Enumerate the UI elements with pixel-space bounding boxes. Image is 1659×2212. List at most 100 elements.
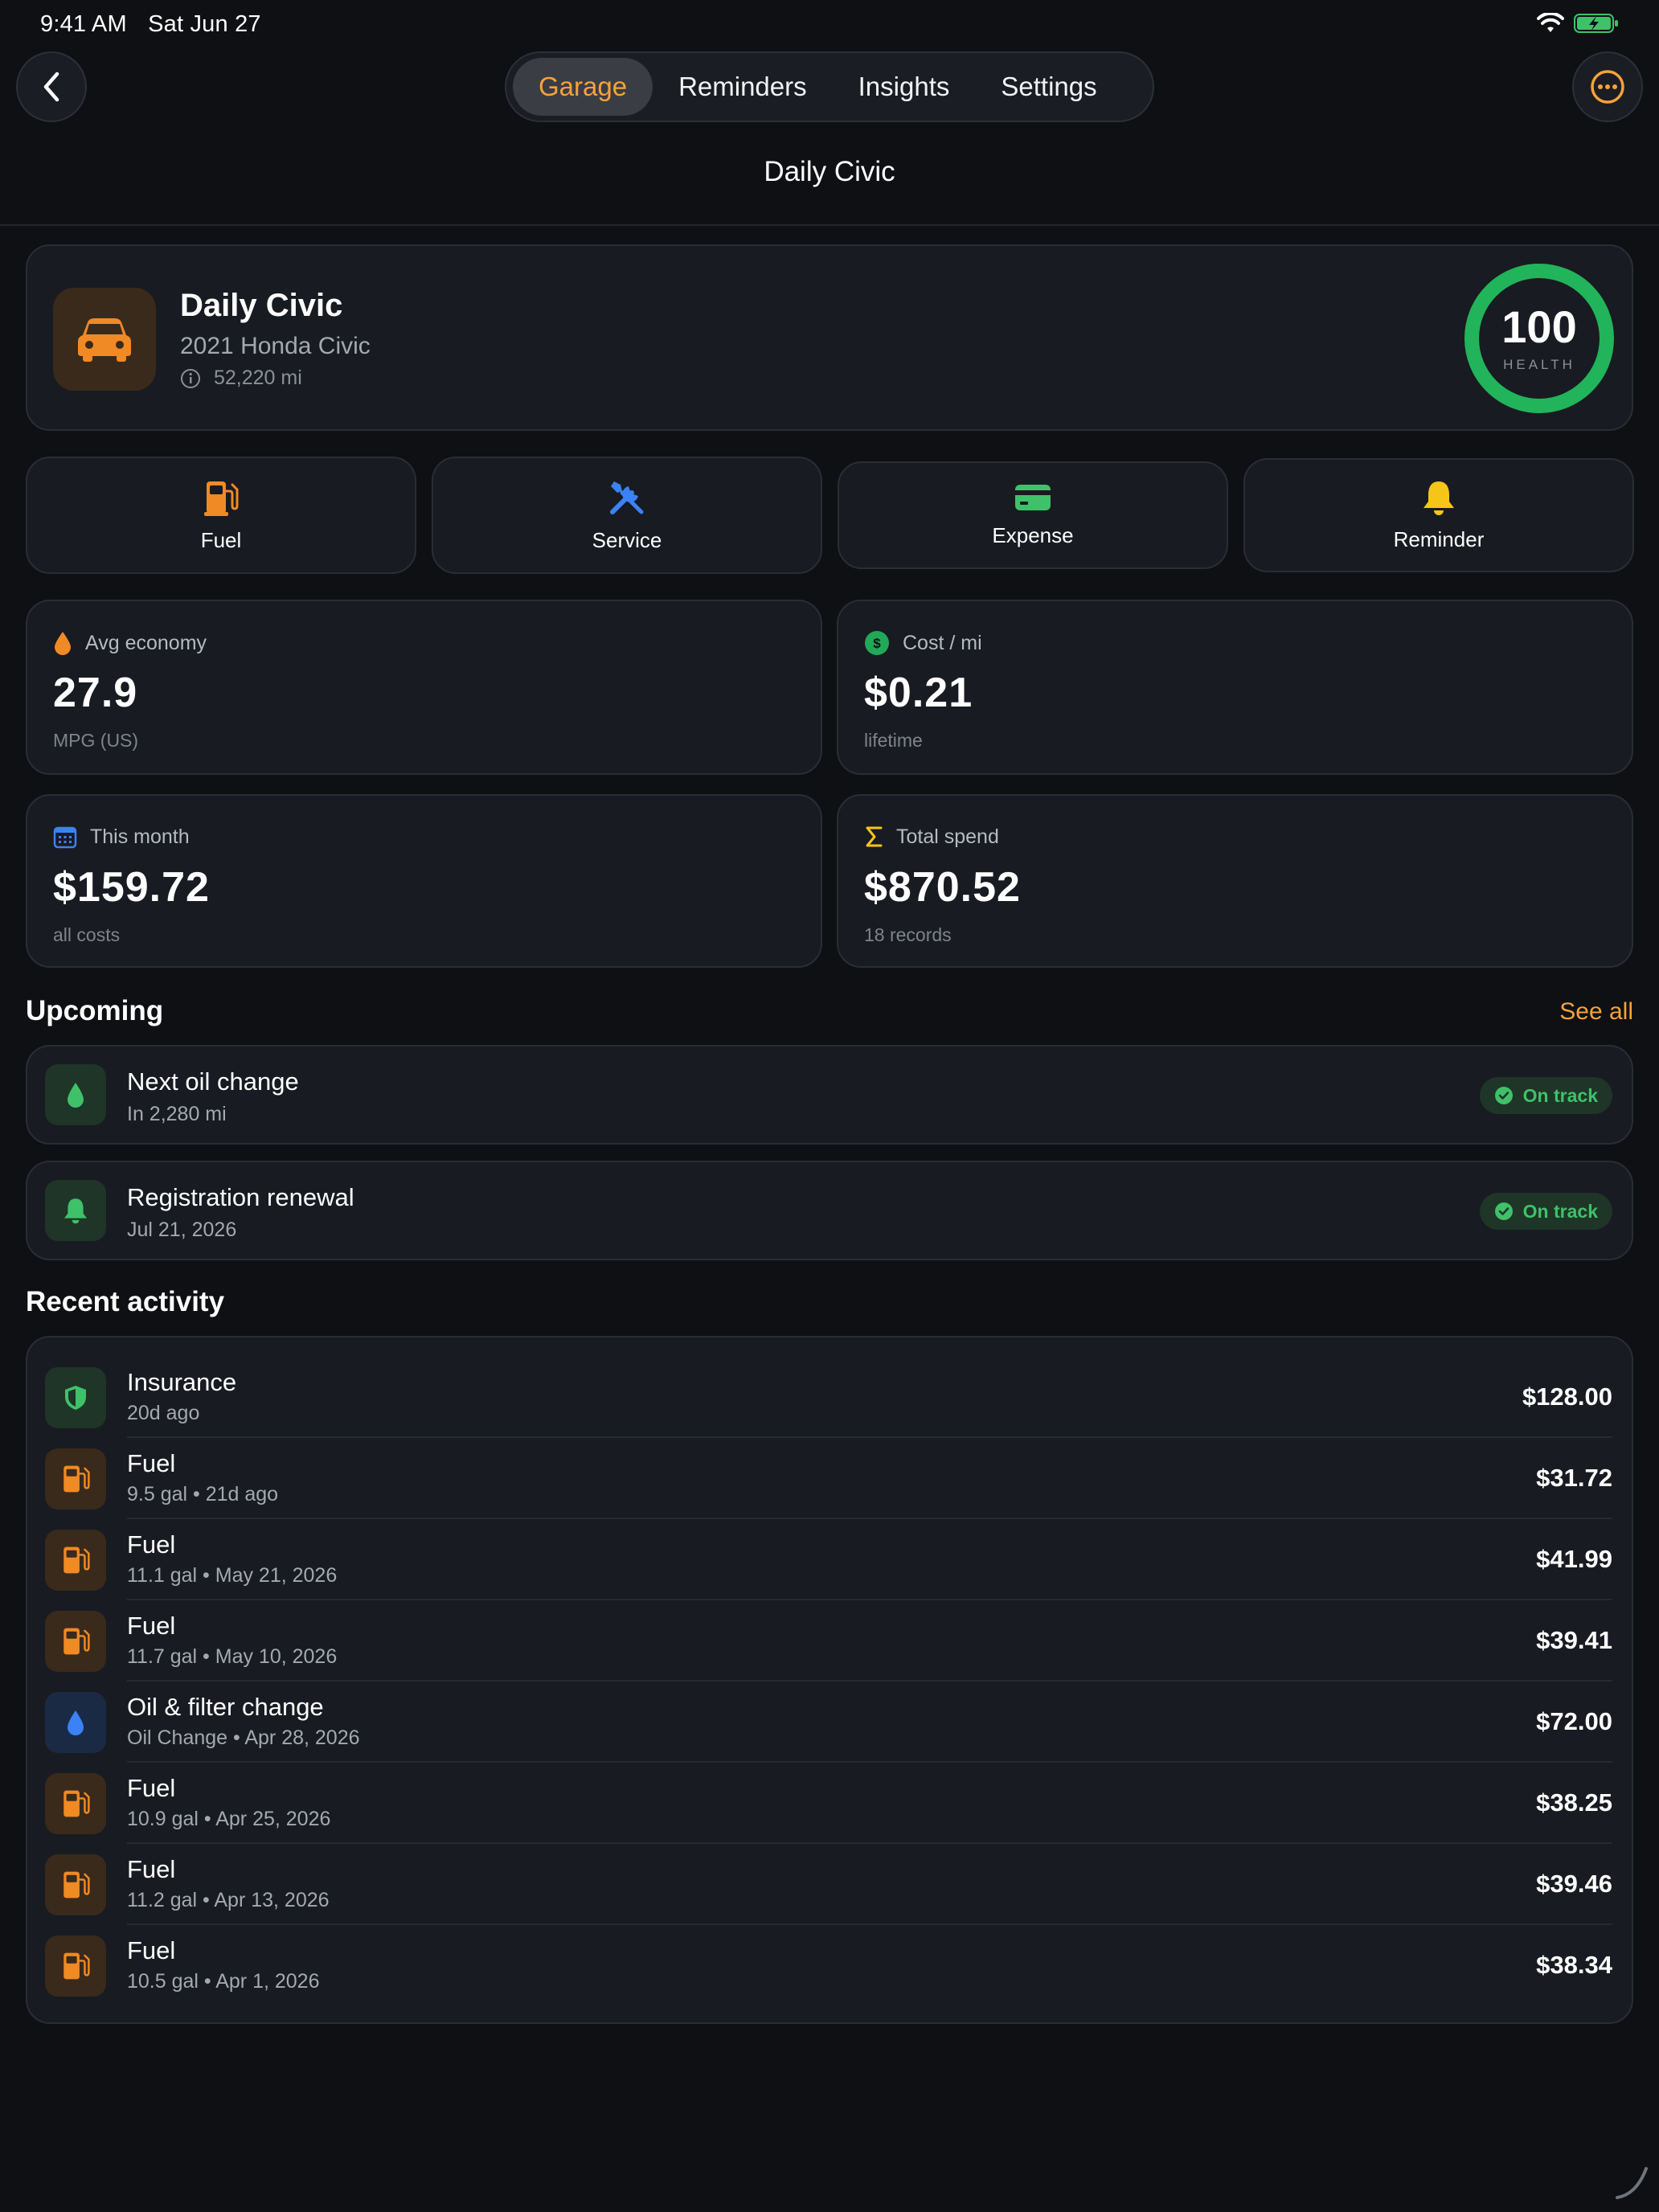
activity-row[interactable]: Oil & filter change Oil Change • Apr 28,…: [27, 1682, 1632, 1763]
quick-action-service-label: Service: [592, 527, 662, 552]
quick-action-fuel-label: Fuel: [200, 527, 242, 552]
stat-total-spend-sub: 18 records: [864, 924, 952, 945]
drop-icon: [68, 1083, 84, 1108]
activity-title: Fuel: [127, 1936, 176, 1964]
activity-row[interactable]: Fuel 9.5 gal • 21d ago $31.72: [27, 1438, 1632, 1519]
credit-card-icon: [1015, 484, 1051, 510]
fuel-pump-icon: [204, 481, 239, 516]
vehicle-card[interactable]: Daily Civic 2021 Honda Civic 52,220 mi 1…: [26, 244, 1633, 431]
calendar-icon: [53, 826, 77, 849]
tab-bar: Garage Reminders Insights Settings: [505, 51, 1154, 122]
upcoming-item-icon: [45, 1180, 106, 1241]
activity-subtitle: Oil Change • Apr 28, 2026: [127, 1727, 360, 1749]
activity-icon: [45, 1773, 106, 1834]
stat-this-month-header: This month: [53, 825, 190, 849]
status-badge-label: On track: [1522, 1084, 1598, 1106]
ellipsis-circle-icon: [1591, 70, 1624, 104]
svg-text:$: $: [873, 636, 881, 651]
vehicle-name: Daily Civic: [180, 288, 343, 323]
more-button[interactable]: [1572, 51, 1643, 122]
see-all-link[interactable]: See all: [1559, 998, 1633, 1026]
activity-subtitle: 11.2 gal • Apr 13, 2026: [127, 1889, 330, 1911]
activity-row[interactable]: Insurance 20d ago $128.00: [27, 1357, 1632, 1438]
quick-action-service[interactable]: Service: [432, 457, 822, 574]
quick-action-reminder[interactable]: Reminder: [1243, 458, 1634, 572]
quick-action-expense-label: Expense: [992, 522, 1074, 547]
stat-this-month-value: $159.72: [53, 864, 210, 911]
activity-subtitle: 10.9 gal • Apr 25, 2026: [127, 1808, 331, 1830]
upcoming-item-title: Next oil change: [127, 1067, 299, 1096]
check-circle-icon: [1494, 1087, 1513, 1104]
quick-action-fuel[interactable]: Fuel: [26, 457, 416, 574]
fuel-pump-icon: [63, 1628, 90, 1655]
status-time: 9:41 AM: [40, 11, 127, 37]
activity-subtitle: 11.1 gal • May 21, 2026: [127, 1564, 338, 1587]
shield-icon: [65, 1386, 86, 1410]
stat-avg-economy: Avg economy 27.9 MPG (US): [26, 600, 822, 775]
activity-title: Fuel: [127, 1449, 176, 1477]
status-badge-label: On track: [1522, 1200, 1598, 1222]
check-circle-icon: [1494, 1202, 1513, 1220]
activity-amount: $128.00: [1522, 1382, 1612, 1411]
fuel-pump-icon: [63, 1871, 90, 1899]
oil-drop-icon: [68, 1710, 84, 1735]
recent-activity-list: Insurance 20d ago $128.00 Fuel 9.5 gal •…: [26, 1336, 1633, 2024]
garage-screen: 9:41 AM Sat Jun 27 Garage Reminders Insi…: [0, 0, 1659, 2212]
stat-avg-economy-header: Avg economy: [53, 630, 207, 656]
sigma-icon: [866, 826, 883, 847]
vehicle-model: 2021 Honda Civic: [180, 333, 371, 359]
activity-row[interactable]: Fuel 11.7 gal • May 10, 2026 $39.41: [27, 1600, 1632, 1682]
status-icons: [1537, 13, 1619, 34]
activity-icon: [45, 1854, 106, 1915]
tab-garage[interactable]: Garage: [513, 58, 653, 116]
activity-icon: [45, 1611, 106, 1672]
drop-icon: [55, 632, 71, 655]
quick-action-reminder-label: Reminder: [1393, 526, 1485, 551]
activity-amount: $72.00: [1536, 1707, 1612, 1735]
activity-amount: $39.41: [1536, 1626, 1612, 1654]
stat-this-month-sub: all costs: [53, 924, 121, 945]
vehicle-mileage-row: 52,220 mi: [180, 367, 302, 390]
activity-subtitle: 20d ago: [127, 1402, 200, 1424]
stat-cost-per-mile-value: $0.21: [864, 670, 973, 716]
upcoming-item[interactable]: Registration renewal Jul 21, 2026 On tra…: [26, 1161, 1633, 1260]
upcoming-item-subtitle: Jul 21, 2026: [127, 1219, 237, 1241]
vehicle-mileage: 52,220 mi: [214, 367, 302, 389]
vehicle-avatar: [53, 288, 156, 391]
quick-action-expense[interactable]: Expense: [838, 461, 1228, 569]
tab-insights[interactable]: Insights: [833, 58, 976, 116]
fuel-pump-icon: [63, 1546, 90, 1574]
battery-charging-icon: [1574, 14, 1618, 33]
back-button[interactable]: [16, 51, 87, 122]
stat-cost-per-mile-header: $ Cost / mi: [864, 630, 982, 656]
activity-amount: $38.25: [1536, 1788, 1612, 1817]
bell-icon: [63, 1198, 88, 1224]
stat-total-spend: Total spend $870.52 18 records: [837, 794, 1633, 968]
tab-reminders[interactable]: Reminders: [653, 58, 833, 116]
activity-row[interactable]: Fuel 10.5 gal • Apr 1, 2026 $38.34: [27, 1925, 1632, 2006]
car-icon: [78, 318, 131, 362]
activity-row[interactable]: Fuel 11.1 gal • May 21, 2026 $41.99: [27, 1519, 1632, 1600]
resize-grip-icon[interactable]: [1612, 2164, 1651, 2202]
status-bar: 9:41 AM Sat Jun 27: [40, 11, 276, 38]
upcoming-item[interactable]: Next oil change In 2,280 mi On track: [26, 1045, 1633, 1145]
activity-title: Fuel: [127, 1612, 176, 1640]
activity-row[interactable]: Fuel 10.9 gal • Apr 25, 2026 $38.25: [27, 1763, 1632, 1844]
stat-this-month-label: This month: [90, 825, 190, 848]
activity-amount: $41.99: [1536, 1545, 1612, 1573]
page-title: Daily Civic: [764, 156, 895, 187]
tab-settings[interactable]: Settings: [975, 58, 1122, 116]
status-badge: On track: [1479, 1077, 1612, 1114]
upcoming-item-title: Registration renewal: [127, 1183, 354, 1211]
stat-this-month: This month $159.72 all costs: [26, 794, 822, 968]
status-date: Sat Jun 27: [148, 11, 261, 37]
dollar-circle-icon: $: [865, 631, 889, 655]
activity-amount: $39.46: [1536, 1870, 1612, 1898]
activity-icon: [45, 1692, 106, 1753]
stat-cost-per-mile-label: Cost / mi: [903, 631, 982, 654]
activity-row[interactable]: Fuel 11.2 gal • Apr 13, 2026 $39.46: [27, 1844, 1632, 1925]
fuel-pump-icon: [63, 1465, 90, 1493]
stat-total-spend-header: Total spend: [864, 825, 999, 849]
activity-title: Fuel: [127, 1530, 176, 1559]
activity-icon: [45, 1530, 106, 1591]
